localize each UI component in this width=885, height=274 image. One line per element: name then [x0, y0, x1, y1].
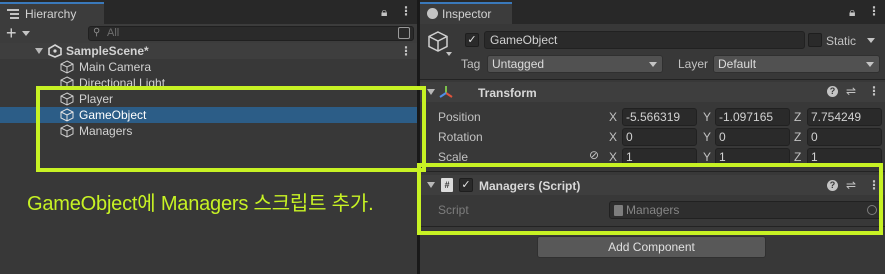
scene-expand-chevron-icon[interactable] [35, 48, 43, 54]
object-name-field[interactable]: GameObject [484, 31, 805, 49]
position-y-field[interactable]: -1.097165 [715, 108, 790, 126]
annotation-caption: GameObject에 Managers 스크립트 추가. [27, 193, 374, 215]
add-component-label: Add Component [608, 240, 695, 254]
hierarchy-item-label: Main Camera [79, 60, 152, 74]
hierarchy-highlight-box [36, 86, 426, 172]
active-checkbox[interactable]: ✓ [465, 33, 479, 47]
icon-picker-chevron-icon[interactable] [446, 52, 452, 56]
create-plus-icon[interactable]: + [6, 23, 17, 44]
script-highlight-box [417, 163, 883, 235]
position-x-field[interactable]: -5.566319 [622, 108, 697, 126]
layer-dropdown[interactable]: Default [713, 55, 880, 73]
layer-label: Layer [678, 57, 709, 71]
more-options-icon[interactable]: ⋮ [400, 5, 412, 17]
axis-y-label: Y [703, 110, 712, 124]
static-checkbox[interactable] [808, 33, 822, 47]
axis-x-label: X [609, 110, 618, 124]
more-options-icon[interactable]: ⋮ [868, 5, 880, 17]
hierarchy-item-main-camera[interactable]: Main Camera [60, 59, 400, 75]
gameobject-cube-icon [60, 60, 74, 74]
info-icon [427, 8, 438, 19]
gameobject-large-icon[interactable] [426, 30, 450, 54]
search-placeholder: All [107, 27, 120, 39]
object-name-value: GameObject [490, 33, 558, 47]
search-icon: ⚲ [93, 27, 101, 38]
transform-foldout-chevron-icon[interactable] [427, 89, 435, 95]
position-z-field[interactable]: 7.754249 [807, 108, 882, 126]
transform-title: Transform [478, 86, 537, 100]
hierarchy-list-icon [7, 9, 19, 19]
scale-label: Scale [438, 150, 469, 164]
unity-scene-icon [48, 44, 62, 58]
constrain-proportions-icon[interactable]: ⊘ [589, 149, 599, 161]
position-x-value: -5.566319 [626, 110, 681, 124]
axis-y-label: Y [703, 150, 712, 164]
axis-x-label: X [609, 130, 618, 144]
axis-x-label: X [609, 150, 618, 164]
chevron-down-icon [649, 62, 657, 67]
scale-x-value: 1 [626, 150, 633, 164]
scene-options-icon[interactable]: ⋮ [400, 45, 412, 57]
rotation-z-field[interactable]: 0 [807, 128, 882, 146]
axis-z-label: Z [794, 130, 802, 144]
tag-dropdown[interactable]: Untagged [487, 55, 663, 73]
rotation-y-field[interactable]: 0 [715, 128, 790, 146]
help-icon[interactable]: ? [827, 86, 838, 97]
rotation-x-value: 0 [626, 130, 633, 144]
lock-icon[interactable]: 🔒︎ [849, 6, 855, 18]
axis-y-label: Y [703, 130, 712, 144]
chevron-down-icon [866, 62, 874, 67]
rotation-z-value: 0 [811, 130, 818, 144]
hierarchy-search-input[interactable]: ⚲ All [88, 26, 414, 41]
rotation-label: Rotation [438, 130, 483, 144]
inspector-tab-label: Inspector [442, 7, 492, 21]
axis-z-label: Z [794, 150, 802, 164]
tag-value: Untagged [492, 57, 545, 71]
checkmark-icon: ✓ [467, 34, 477, 46]
rotation-x-field[interactable]: 0 [622, 128, 697, 146]
add-component-button[interactable]: Add Component [537, 236, 766, 258]
scale-y-value: 1 [719, 150, 726, 164]
scale-z-value: 1 [811, 150, 818, 164]
layer-value: Default [718, 57, 757, 71]
scene-row[interactable] [0, 43, 417, 59]
create-dropdown-chevron-icon[interactable] [22, 31, 30, 36]
hierarchy-tab-label: Hierarchy [25, 7, 77, 21]
rotation-y-value: 0 [719, 130, 726, 144]
axis-z-label: Z [794, 110, 802, 124]
transform-axes-icon [439, 86, 453, 98]
tab-hierarchy[interactable]: Hierarchy [0, 2, 104, 24]
lock-icon[interactable]: 🔒︎ [381, 6, 387, 18]
position-y-value: -1.097165 [719, 110, 774, 124]
component-menu-icon[interactable]: ⋮ [868, 85, 880, 97]
static-dropdown-chevron-icon[interactable] [867, 38, 875, 43]
static-label: Static [826, 34, 857, 48]
position-label: Position [438, 110, 481, 124]
position-z-value: 7.754249 [811, 110, 862, 124]
separator [420, 79, 885, 80]
search-filter-icon[interactable] [398, 27, 410, 39]
scene-name: SampleScene* [66, 44, 149, 58]
tag-label: Tag [461, 57, 481, 71]
preset-sliders-icon[interactable]: ⇌ [846, 85, 856, 97]
tab-inspector[interactable]: Inspector [420, 2, 512, 24]
